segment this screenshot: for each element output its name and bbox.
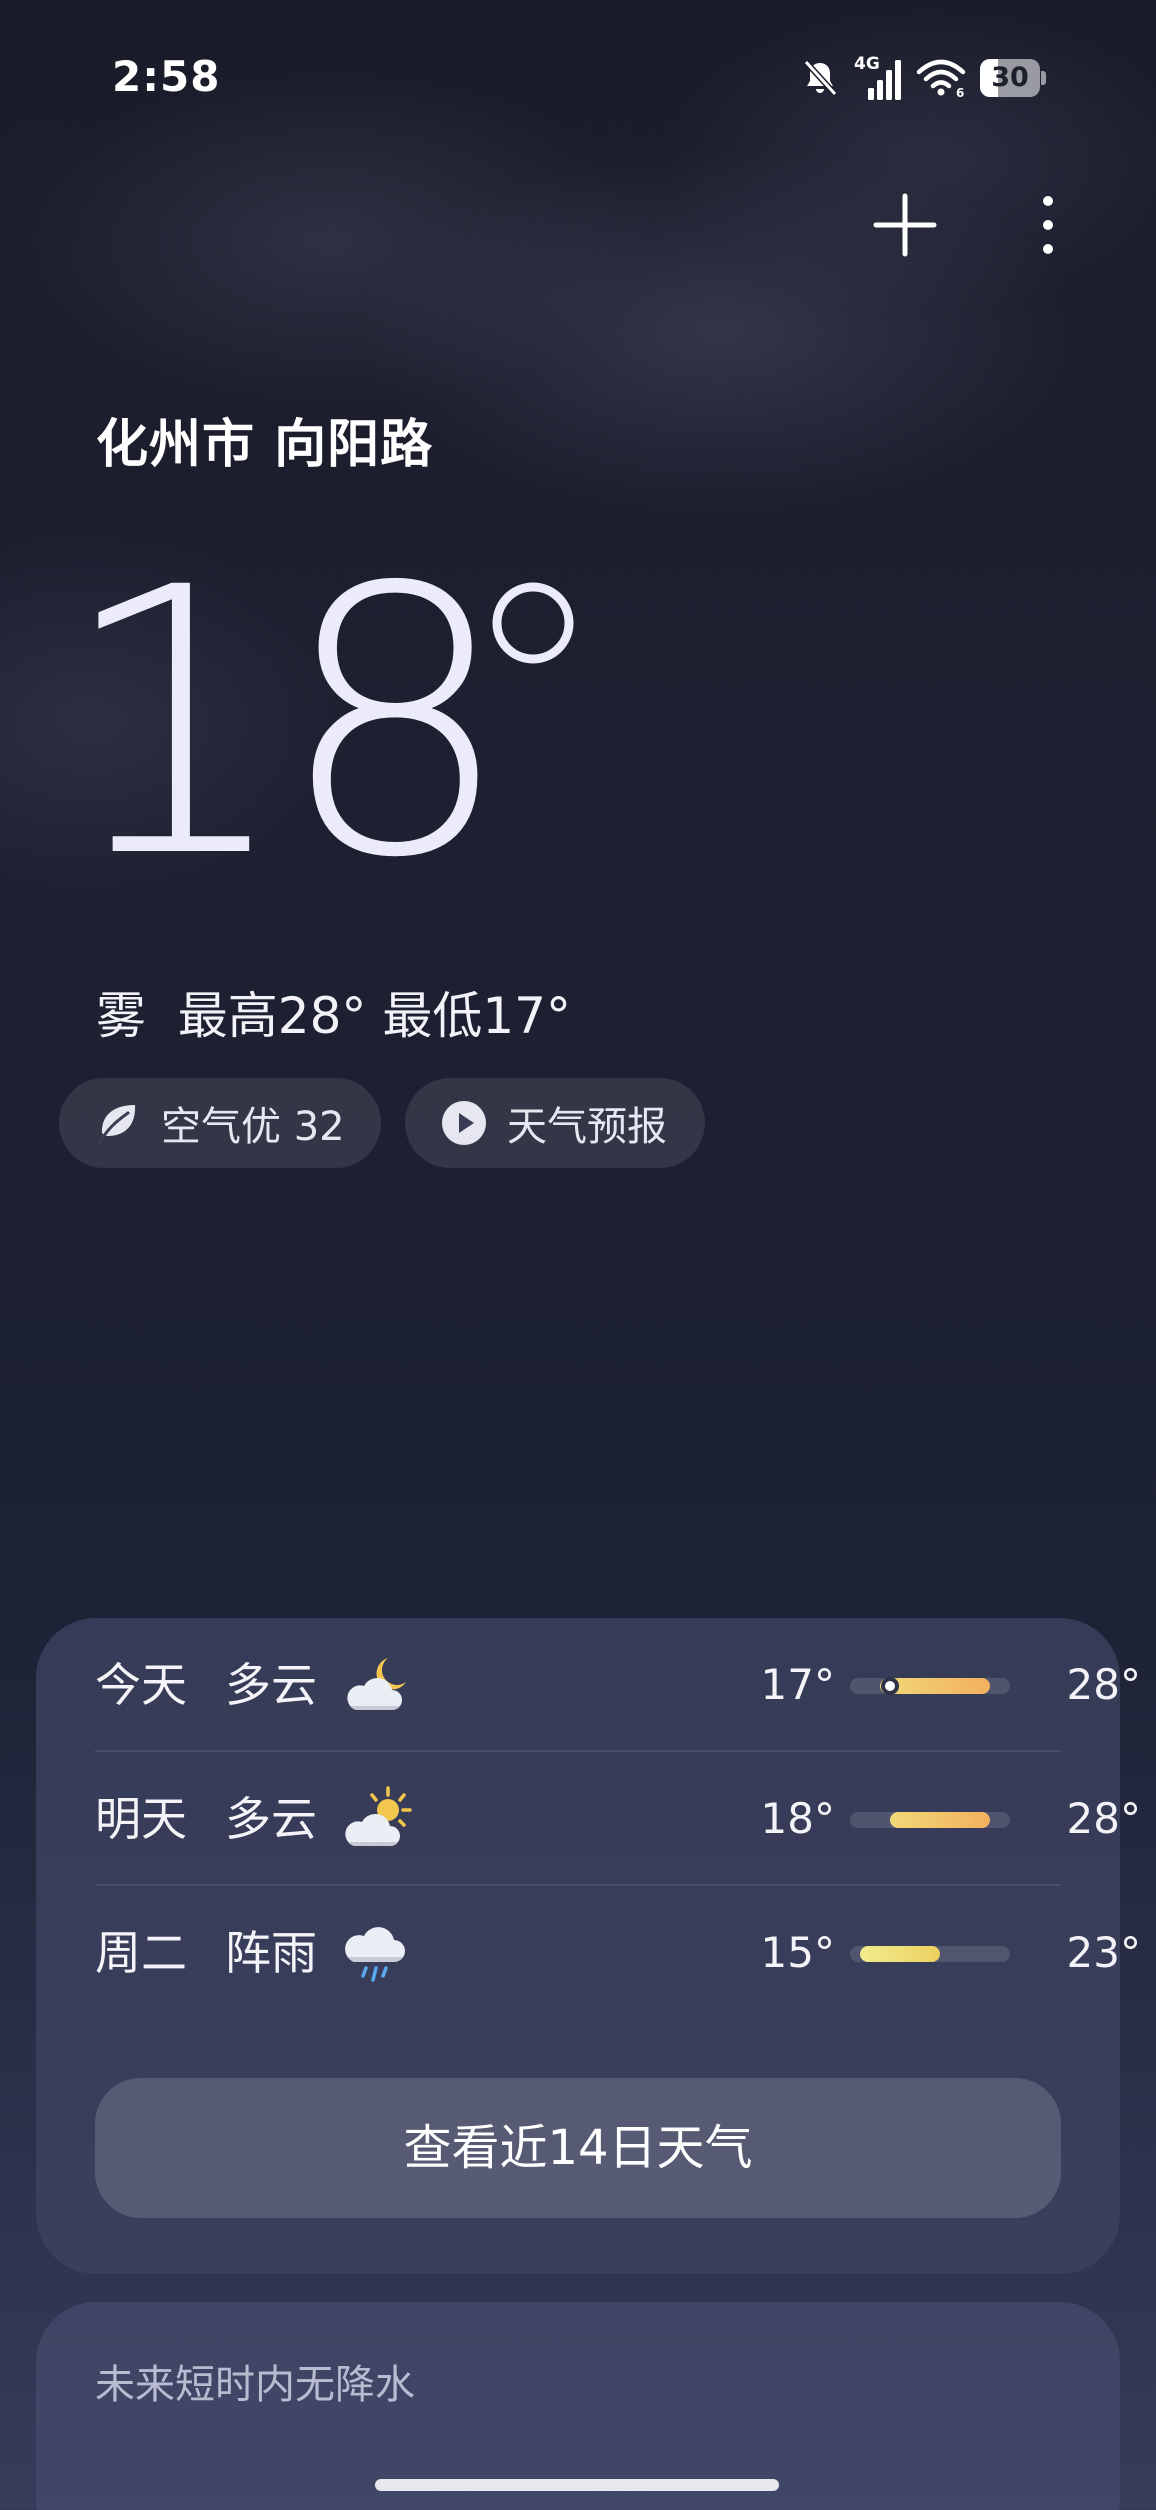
battery-icon: 30	[980, 59, 1046, 97]
daily-forecast-card: 今天 多云 17° 28° 明天 多云 18° 28° 周二 阵雨 15° 23…	[36, 1618, 1141, 2274]
rain-icon	[345, 1927, 405, 1982]
forecast-high: 23°	[1066, 1928, 1141, 1977]
forecast-day: 明天	[95, 1792, 187, 1846]
weather-forecast-chip[interactable]: 天气预报	[405, 1078, 705, 1168]
forecast-condition: 多云	[225, 1658, 317, 1712]
location-name[interactable]: 化州市 向阳路	[96, 402, 433, 477]
temp-range-track	[850, 1678, 1010, 1694]
partly-cloudy-night-icon	[347, 1658, 406, 1710]
wifi-icon: 6	[916, 59, 966, 98]
more-icon	[1043, 196, 1053, 254]
forecast-row-tomorrow[interactable]: 明天 多云 18° 28°	[95, 1752, 1141, 1886]
air-quality-chip[interactable]: 空气优 32	[59, 1078, 381, 1168]
home-indicator[interactable]	[375, 2479, 779, 2491]
bell-off-icon	[803, 59, 838, 97]
status-icons: 4G 6 30	[800, 54, 1046, 100]
temp-range-track	[850, 1812, 1010, 1828]
temp-range-fill	[890, 1812, 990, 1828]
forecast-row-today[interactable]: 今天 多云 17° 28°	[95, 1618, 1141, 1752]
signal-icon	[868, 60, 901, 100]
today-summary: 雾 最高28° 最低17°	[96, 976, 571, 1048]
add-city-button[interactable]	[870, 190, 940, 260]
air-quality-label: 空气优 32	[161, 1104, 345, 1150]
current-temperature: 18	[58, 509, 512, 938]
forecast-high: 28°	[1066, 1794, 1141, 1843]
temp-range-fill	[860, 1946, 940, 1962]
precipitation-text: 未来短时内无降水	[95, 2362, 415, 2408]
partly-cloudy-day-icon	[345, 1786, 412, 1846]
forecast-row-tuesday[interactable]: 周二 阵雨 15° 23°	[95, 1886, 1141, 2020]
add-icon	[873, 193, 937, 257]
more-button[interactable]	[1018, 190, 1078, 260]
status-time: 2:58	[112, 52, 221, 101]
today-low: 最低17°	[382, 987, 571, 1045]
forecast-day: 今天	[95, 1658, 187, 1712]
leaf-icon	[98, 1105, 136, 1144]
battery-level: 30	[991, 62, 1029, 93]
forecast-low: 15°	[760, 1928, 835, 1977]
svg-text:6: 6	[956, 86, 964, 98]
play-icon	[442, 1101, 486, 1145]
cellular-indicator: 4G	[854, 54, 902, 100]
forecast-day: 周二	[95, 1926, 187, 1980]
degree-symbol	[492, 582, 574, 664]
forecast-condition: 多云	[225, 1792, 317, 1846]
view-14-day-button[interactable]: 查看近14日天气	[95, 2078, 1061, 2218]
today-high: 最高28°	[177, 987, 367, 1045]
status-bar: 2:58 4G 6 30	[0, 0, 1156, 160]
forecast-low: 17°	[760, 1660, 835, 1709]
weather-forecast-label: 天气预报	[507, 1104, 667, 1150]
forecast-condition: 阵雨	[225, 1926, 317, 1980]
temp-range-track	[850, 1946, 1010, 1962]
current-temp-marker	[881, 1677, 899, 1695]
current-condition: 雾	[96, 987, 146, 1045]
forecast-low: 18°	[760, 1794, 835, 1843]
forecast-high: 28°	[1066, 1660, 1141, 1709]
